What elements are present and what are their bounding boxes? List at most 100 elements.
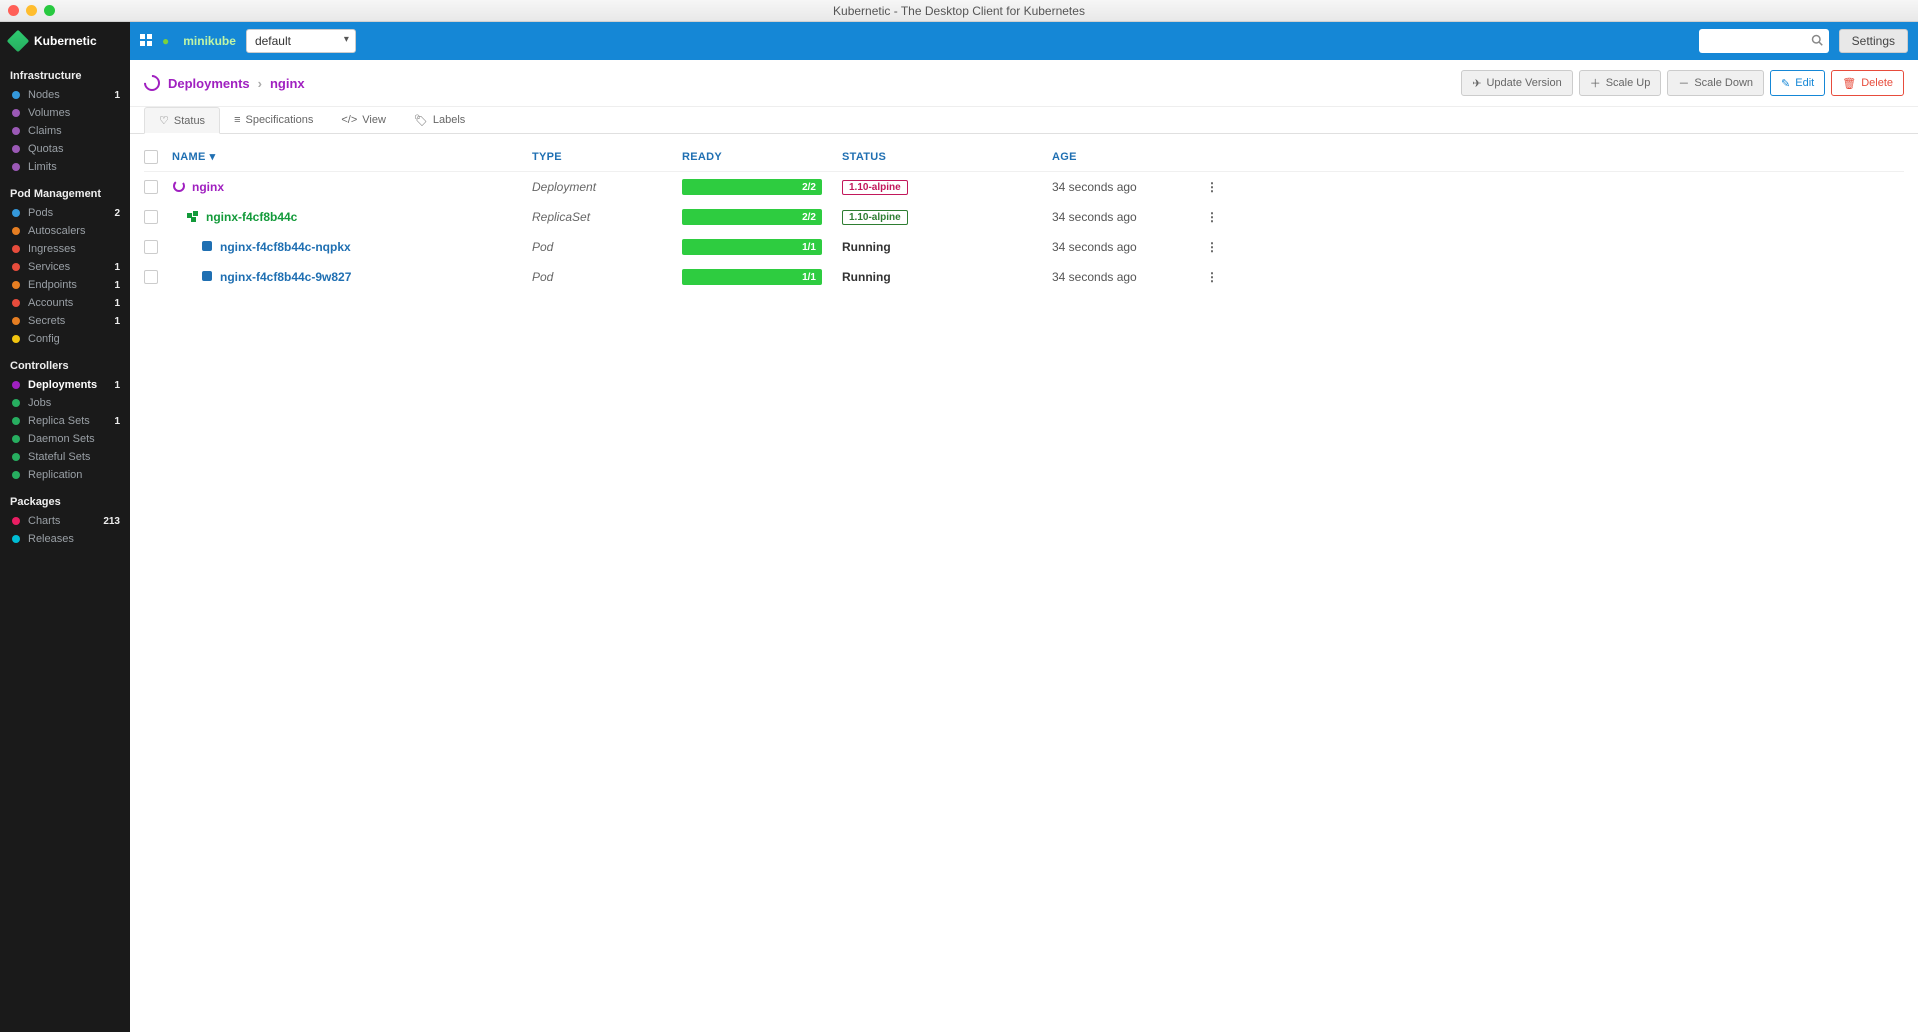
- sidebar-item-replication[interactable]: Replication: [0, 466, 130, 484]
- sidebar-item-volumes[interactable]: Volumes: [0, 104, 130, 122]
- sidebar-item-label: Daemon Sets: [28, 433, 120, 445]
- edit-button[interactable]: ✎Edit: [1770, 70, 1825, 96]
- sidebar-item-daemon-sets[interactable]: Daemon Sets: [0, 430, 130, 448]
- sidebar-item-label: Releases: [28, 533, 120, 545]
- replicaset-icon: [186, 209, 200, 226]
- tab-status[interactable]: ♡Status: [144, 107, 220, 134]
- sidebar-item-claims[interactable]: Claims: [0, 122, 130, 140]
- resource-icon: [10, 261, 22, 273]
- resource-icon: [10, 125, 22, 137]
- resource-name-link[interactable]: nginx: [192, 180, 224, 194]
- scale-down-button[interactable]: －Scale Down: [1667, 70, 1764, 96]
- resource-icon: [10, 161, 22, 173]
- sidebar-item-label: Config: [28, 333, 120, 345]
- row-checkbox[interactable]: [144, 270, 158, 284]
- tab-view[interactable]: </>View: [327, 107, 400, 133]
- row-checkbox[interactable]: [144, 180, 158, 194]
- tab-icon: ≡: [234, 114, 240, 126]
- sidebar-item-label: Deployments: [28, 379, 114, 391]
- resource-icon: [10, 333, 22, 345]
- row-menu-icon[interactable]: ⋮: [1192, 270, 1232, 284]
- sidebar-item-config[interactable]: Config: [0, 330, 130, 348]
- paper-plane-icon: ✈: [1472, 77, 1481, 90]
- table-row: nginxDeployment2/21.10-alpine34 seconds …: [144, 172, 1904, 202]
- sidebar-item-endpoints[interactable]: Endpoints1: [0, 276, 130, 294]
- settings-button[interactable]: Settings: [1839, 29, 1908, 53]
- col-name[interactable]: NAME▾: [172, 150, 532, 163]
- delete-button[interactable]: 🗑Delete: [1831, 70, 1904, 96]
- sidebar-item-ingresses[interactable]: Ingresses: [0, 240, 130, 258]
- search-input[interactable]: [1705, 34, 1807, 48]
- breadcrumb-current: nginx: [270, 76, 305, 91]
- close-icon[interactable]: [8, 5, 19, 16]
- scale-up-button[interactable]: ＋Scale Up: [1579, 70, 1662, 96]
- sidebar-item-releases[interactable]: Releases: [0, 530, 130, 548]
- sidebar-item-pods[interactable]: Pods2: [0, 204, 130, 222]
- minus-icon: －: [1678, 75, 1689, 91]
- resource-icon: [10, 451, 22, 463]
- update-version-button[interactable]: ✈Update Version: [1461, 70, 1572, 96]
- resource-icon: [10, 243, 22, 255]
- row-menu-icon[interactable]: ⋮: [1192, 240, 1232, 254]
- sidebar-item-jobs[interactable]: Jobs: [0, 394, 130, 412]
- tab-specifications[interactable]: ≡Specifications: [220, 107, 327, 133]
- col-type[interactable]: TYPE: [532, 151, 682, 163]
- age-cell: 34 seconds ago: [1052, 270, 1192, 284]
- status-text: Running: [842, 240, 891, 254]
- sidebar-item-autoscalers[interactable]: Autoscalers: [0, 222, 130, 240]
- status-text: Running: [842, 270, 891, 284]
- sidebar-item-label: Accounts: [28, 297, 114, 309]
- resource-icon: [10, 279, 22, 291]
- maximize-icon[interactable]: [44, 5, 55, 16]
- sidebar-item-count: 1: [114, 416, 120, 427]
- col-age[interactable]: AGE: [1052, 151, 1192, 163]
- tab-label: Labels: [433, 114, 465, 126]
- sidebar-item-services[interactable]: Services1: [0, 258, 130, 276]
- sidebar-item-quotas[interactable]: Quotas: [0, 140, 130, 158]
- minimize-icon[interactable]: [26, 5, 37, 16]
- row-checkbox[interactable]: [144, 210, 158, 224]
- window-titlebar: Kubernetic - The Desktop Client for Kube…: [0, 0, 1918, 22]
- col-status[interactable]: STATUS: [842, 151, 1052, 163]
- resource-icon: [10, 107, 22, 119]
- row-menu-icon[interactable]: ⋮: [1192, 210, 1232, 224]
- tab-strip: ♡Status≡Specifications</>View🏷Labels: [130, 107, 1918, 134]
- resource-icon: [10, 379, 22, 391]
- resource-name-link[interactable]: nginx-f4cf8b44c-nqpkx: [220, 240, 351, 254]
- sidebar-item-count: 1: [114, 90, 120, 101]
- select-all-checkbox[interactable]: [144, 150, 158, 164]
- sidebar-item-nodes[interactable]: Nodes1: [0, 86, 130, 104]
- sidebar-item-label: Jobs: [28, 397, 120, 409]
- sidebar-item-stateful-sets[interactable]: Stateful Sets: [0, 448, 130, 466]
- sidebar-item-label: Quotas: [28, 143, 120, 155]
- resource-icon: [10, 515, 22, 527]
- sidebar-item-label: Pods: [28, 207, 114, 219]
- resource-icon: [10, 315, 22, 327]
- resource-name-link[interactable]: nginx-f4cf8b44c-9w827: [220, 270, 351, 284]
- traffic-lights: [8, 5, 55, 16]
- search-box[interactable]: [1699, 29, 1829, 53]
- pod-icon: [200, 269, 214, 286]
- status-badge: 1.10-alpine: [842, 210, 908, 225]
- sidebar-item-accounts[interactable]: Accounts1: [0, 294, 130, 312]
- sidebar-item-label: Services: [28, 261, 114, 273]
- breadcrumb-root[interactable]: Deployments: [168, 76, 250, 91]
- sidebar-item-label: Replica Sets: [28, 415, 114, 427]
- pencil-icon: ✎: [1781, 77, 1790, 90]
- tab-labels[interactable]: 🏷Labels: [400, 107, 479, 133]
- sidebar-item-secrets[interactable]: Secrets1: [0, 312, 130, 330]
- sidebar-item-deployments[interactable]: Deployments1: [0, 376, 130, 394]
- row-menu-icon[interactable]: ⋮: [1192, 180, 1232, 194]
- deployment-icon: [141, 72, 164, 95]
- row-checkbox[interactable]: [144, 240, 158, 254]
- sidebar-item-count: 1: [114, 380, 120, 391]
- namespace-select[interactable]: default: [246, 29, 356, 53]
- col-ready[interactable]: READY: [682, 151, 842, 163]
- sidebar-item-label: Replication: [28, 469, 120, 481]
- cluster-name[interactable]: minikube: [183, 34, 236, 48]
- resource-name-link[interactable]: nginx-f4cf8b44c: [206, 210, 297, 224]
- sidebar-item-limits[interactable]: Limits: [0, 158, 130, 176]
- sidebar-item-charts[interactable]: Charts213: [0, 512, 130, 530]
- grid-icon[interactable]: [140, 34, 152, 49]
- sidebar-item-replica-sets[interactable]: Replica Sets1: [0, 412, 130, 430]
